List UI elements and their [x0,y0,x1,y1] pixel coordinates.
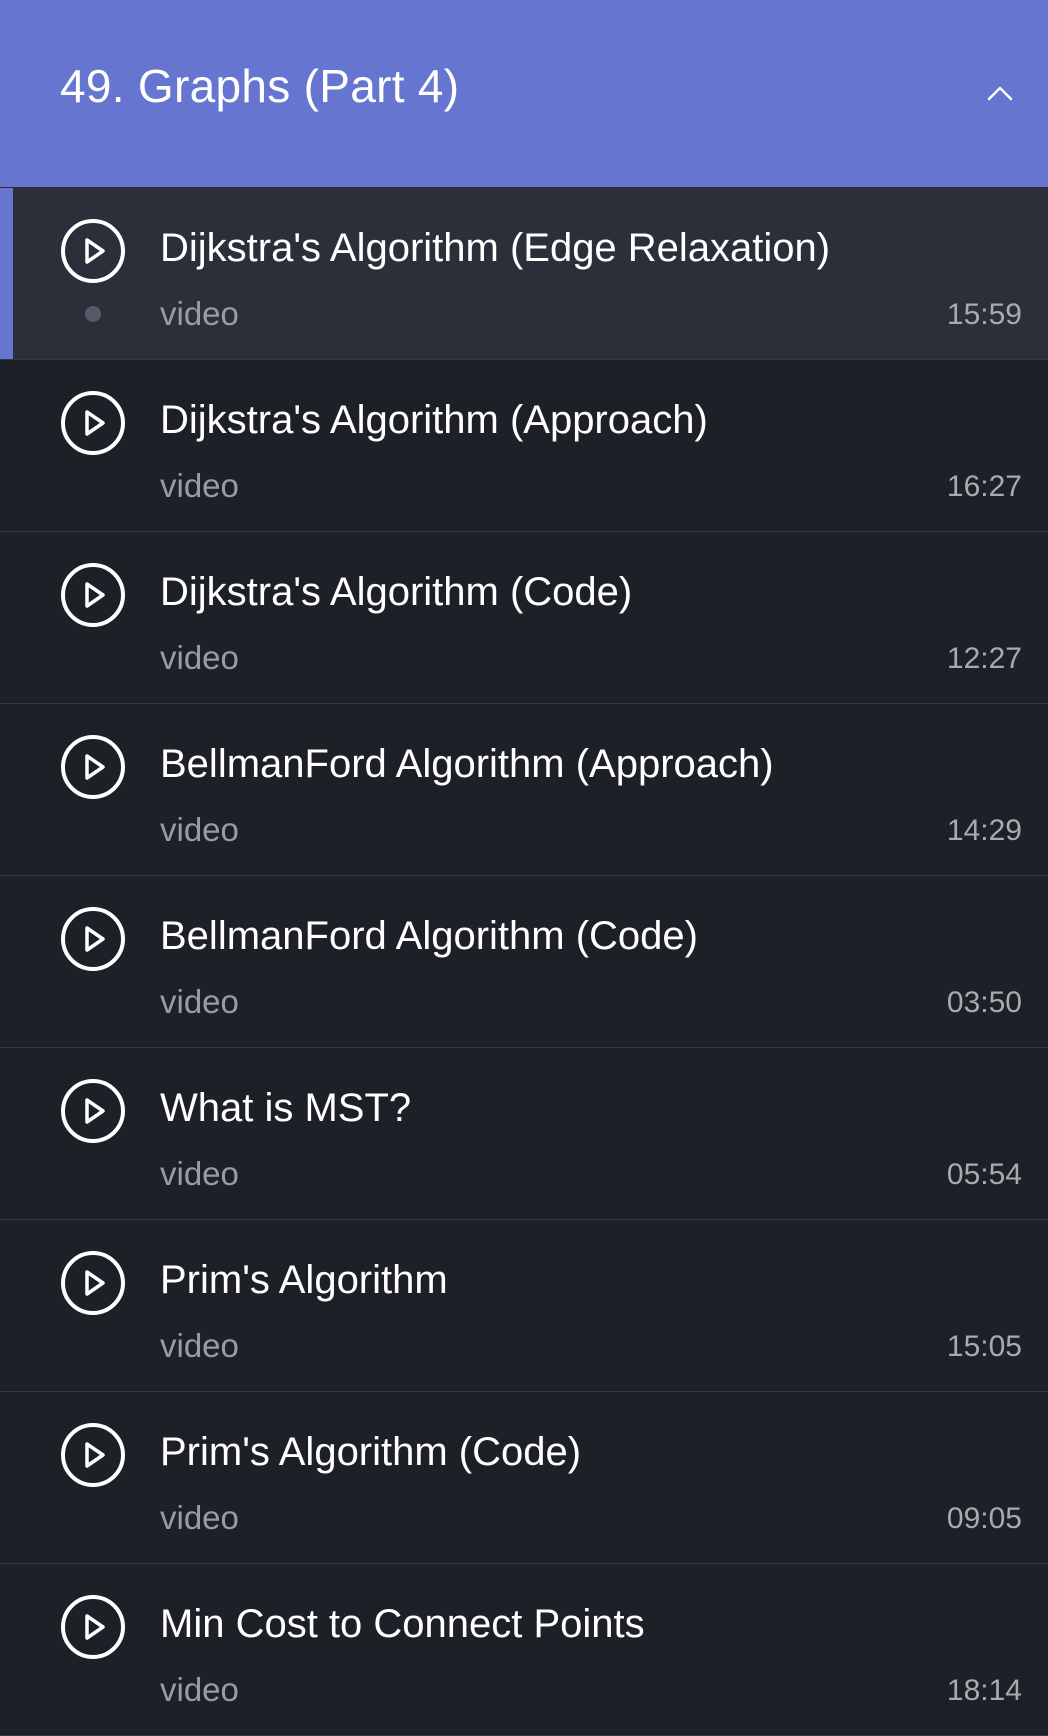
lecture-type: video [160,1671,239,1708]
lecture-duration: 18:14 [946,1674,1022,1707]
lecture-item[interactable]: Dijkstra's Algorithm (Code) video 12:27 [0,532,1048,704]
play-circle-icon[interactable] [60,1594,126,1660]
lecture-type: video [160,1327,239,1364]
lecture-type: video [160,639,239,676]
play-circle-icon[interactable] [60,390,126,456]
lecture-duration: 15:05 [946,1330,1022,1363]
lecture-duration: 12:27 [946,642,1022,675]
section-header[interactable]: 49. Graphs (Part 4) [0,0,1048,188]
section-title: 49. Graphs (Part 4) [60,59,460,112]
lecture-type: video [160,467,239,504]
play-circle-icon[interactable] [60,906,126,972]
lecture-type: video [160,1499,239,1536]
lecture-item[interactable]: Prim's Algorithm video 15:05 [0,1220,1048,1392]
lecture-type: video [160,295,239,332]
play-circle-icon[interactable] [60,1250,126,1316]
in-progress-dot-icon [85,306,101,322]
lecture-list: Dijkstra's Algorithm (Edge Relaxation) v… [0,188,1048,1736]
lecture-type: video [160,983,239,1020]
lecture-duration: 03:50 [946,986,1022,1019]
lecture-title: What is MST? [160,1086,412,1130]
lecture-title: Prim's Algorithm [160,1258,448,1302]
lecture-duration: 14:29 [946,814,1022,847]
lecture-item[interactable]: What is MST? video 05:54 [0,1048,1048,1220]
play-circle-icon[interactable] [60,1078,126,1144]
lecture-duration: 09:05 [946,1502,1022,1535]
play-circle-icon[interactable] [60,734,126,800]
lecture-title: BellmanFord Algorithm (Code) [160,914,698,958]
play-circle-icon[interactable] [60,562,126,628]
lecture-item[interactable]: Prim's Algorithm (Code) video 09:05 [0,1392,1048,1564]
lecture-duration: 15:59 [946,298,1022,331]
lecture-item-active[interactable]: Dijkstra's Algorithm (Edge Relaxation) v… [0,188,1048,360]
lecture-item[interactable]: BellmanFord Algorithm (Code) video 03:50 [0,876,1048,1048]
lecture-title: BellmanFord Algorithm (Approach) [160,742,774,786]
lecture-title: Prim's Algorithm (Code) [160,1430,582,1474]
lecture-title: Dijkstra's Algorithm (Edge Relaxation) [160,226,831,270]
lecture-title: Dijkstra's Algorithm (Approach) [160,398,708,442]
play-circle-icon[interactable] [60,1422,126,1488]
lecture-duration: 16:27 [946,470,1022,503]
lecture-item[interactable]: Dijkstra's Algorithm (Approach) video 16… [0,360,1048,532]
lecture-type: video [160,811,239,848]
lecture-item[interactable]: BellmanFord Algorithm (Approach) video 1… [0,704,1048,876]
lecture-duration: 05:54 [946,1158,1022,1191]
lecture-title: Min Cost to Connect Points [160,1602,645,1646]
lecture-item[interactable]: Min Cost to Connect Points video 18:14 [0,1564,1048,1736]
lecture-title: Dijkstra's Algorithm (Code) [160,570,633,614]
chevron-up-icon[interactable] [980,78,1020,108]
play-circle-icon[interactable] [60,218,126,284]
lecture-type: video [160,1155,239,1192]
